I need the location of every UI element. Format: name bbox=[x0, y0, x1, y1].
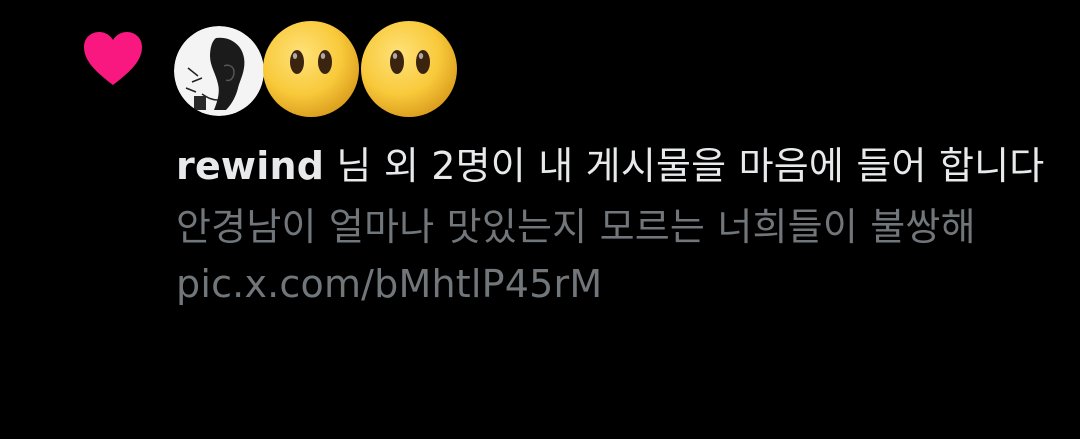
heart-icon bbox=[82, 30, 144, 88]
post-preview[interactable]: 안경남이 얼마나 맛있는지 모르는 너희들이 불쌍해 pic.x.com/bMh… bbox=[176, 199, 1056, 313]
like-notification[interactable]: rewind 님 외 2명이 내 게시물을 마음에 들어 합니다 안경남이 얼마… bbox=[0, 0, 1080, 439]
avatar[interactable] bbox=[262, 20, 360, 118]
notification-headline: rewind 님 외 2명이 내 게시물을 마음에 들어 합니다 bbox=[176, 138, 1056, 195]
post-preview-text: 안경남이 얼마나 맛있는지 모르는 너희들이 불쌍해 bbox=[176, 205, 976, 249]
post-link[interactable]: pic.x.com/bMhtlP45rM bbox=[176, 262, 602, 306]
emoji-face-avatar-icon bbox=[361, 21, 457, 117]
avatar[interactable] bbox=[174, 26, 264, 116]
notification-content: rewind 님 외 2명이 내 게시물을 마음에 들어 합니다 안경남이 얼마… bbox=[176, 138, 1056, 313]
avatar-group bbox=[174, 20, 494, 120]
username-link[interactable]: rewind bbox=[176, 144, 324, 188]
emoji-face-avatar-icon bbox=[263, 21, 359, 117]
notification-message: 님 외 2명이 내 게시물을 마음에 들어 합니다 bbox=[324, 144, 1045, 188]
user-sketch-avatar-icon bbox=[174, 26, 264, 116]
avatar[interactable] bbox=[360, 20, 458, 118]
